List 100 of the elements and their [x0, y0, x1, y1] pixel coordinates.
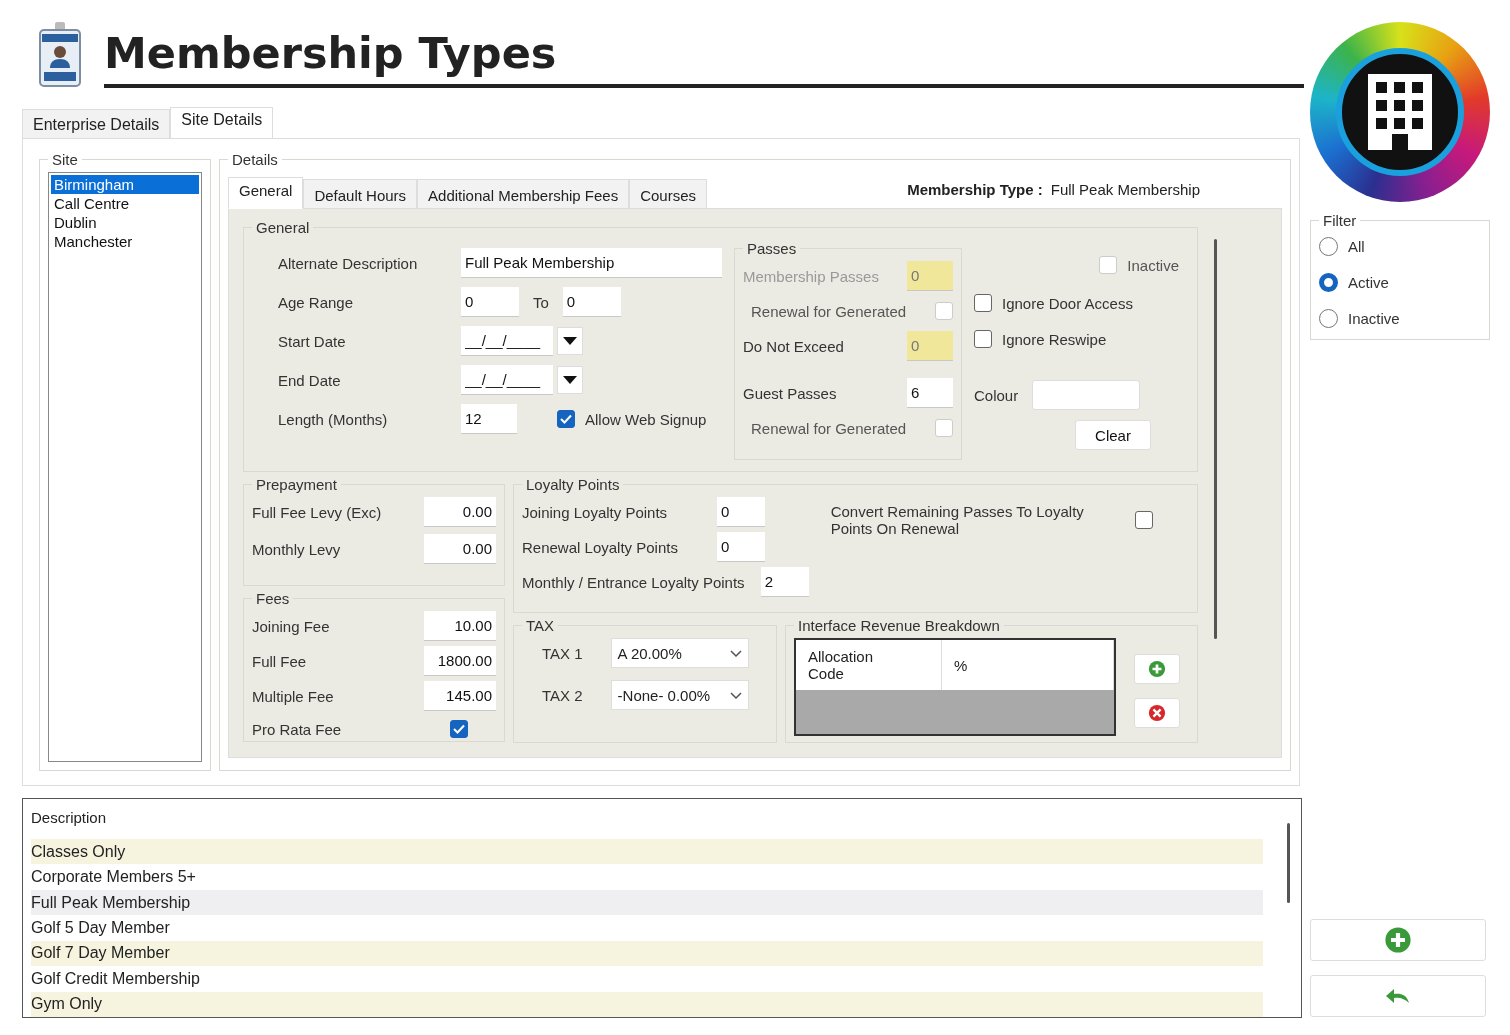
- list-row[interactable]: Golf 7 Day Member: [31, 940, 1263, 967]
- clear-button[interactable]: Clear: [1075, 420, 1151, 450]
- field-label: Length (Months): [278, 410, 389, 428]
- group-label: Interface Revenue Breakdown: [797, 617, 1001, 634]
- text-field[interactable]: 0.00: [424, 534, 496, 564]
- field-label: Age Range: [278, 293, 355, 311]
- field-label: Full Fee Levy (Exc): [252, 503, 382, 521]
- text-field[interactable]: 145.00: [424, 681, 496, 711]
- text-field[interactable]: 6: [907, 378, 953, 408]
- tax-dropdown[interactable]: A 20.00%: [610, 638, 749, 668]
- field-label: Alternate Description: [278, 254, 419, 272]
- tab[interactable]: General: [228, 177, 304, 209]
- list-item[interactable]: Manchester: [51, 232, 199, 251]
- remove-button[interactable]: [1134, 698, 1180, 728]
- field-label: Joining Loyalty Points: [522, 503, 669, 521]
- radio-label: Inactive: [1348, 309, 1400, 327]
- field-label: Joining Fee: [252, 617, 330, 635]
- text-field[interactable]: 10.00: [424, 611, 496, 641]
- tab[interactable]: Default Hours: [303, 179, 418, 209]
- field-label: Monthly Levy: [252, 540, 341, 558]
- text-field[interactable]: Full Peak Membership: [461, 248, 722, 278]
- id-badge-icon: [38, 22, 82, 88]
- field-label: Renewal Loyalty Points: [522, 538, 679, 556]
- list-row[interactable]: Full Peak Membership: [31, 889, 1263, 916]
- field-label: TAX 2: [542, 686, 583, 704]
- add-button[interactable]: [1134, 654, 1180, 684]
- date-dropdown-button[interactable]: [557, 366, 583, 394]
- checkbox[interactable]: [1134, 511, 1153, 529]
- text-field[interactable]: 12: [461, 404, 517, 434]
- checkbox-label: Pro Rata Fee: [252, 720, 342, 738]
- checkbox-label: Renewal for Generated: [751, 419, 907, 437]
- text-field[interactable]: 0: [717, 497, 765, 527]
- add-icon: [1384, 926, 1412, 954]
- dropdown-arrow-icon: [563, 337, 577, 345]
- checkbox[interactable]: [450, 720, 468, 738]
- group-label: Site: [51, 151, 79, 168]
- date-dropdown-button[interactable]: [557, 327, 583, 355]
- text-field[interactable]: 0: [907, 331, 953, 361]
- field-label: Membership Passes: [743, 267, 879, 285]
- text-field[interactable]: 0: [717, 532, 765, 562]
- group-label: Fees: [255, 590, 291, 607]
- text-field[interactable]: 1800.00: [424, 646, 496, 676]
- undo-arrow-icon: [1385, 987, 1411, 1005]
- checkbox-label: Allow Web Signup: [585, 410, 707, 428]
- add-icon: [1148, 660, 1166, 678]
- colour-field[interactable]: [1032, 380, 1141, 410]
- checkbox[interactable]: [974, 330, 992, 348]
- remove-icon: [1148, 704, 1166, 722]
- column-header: Description: [31, 808, 108, 828]
- group-label: TAX: [525, 617, 556, 634]
- field-label: Multiple Fee: [252, 687, 334, 705]
- checkbox[interactable]: [974, 294, 992, 312]
- checkbox-label: Renewal for Generated: [751, 302, 907, 320]
- field-label: Start Date: [278, 332, 347, 350]
- radio-label: Active: [1348, 273, 1389, 291]
- field-label: End Date: [278, 371, 342, 389]
- field-label: To: [533, 293, 549, 311]
- group-label: Filter: [1322, 212, 1358, 229]
- radio-button[interactable]: [1319, 236, 1338, 256]
- list-item[interactable]: Dublin: [51, 213, 199, 232]
- checkbox-label: Ignore Door Access: [1002, 294, 1133, 312]
- text-field[interactable]: 0.00: [424, 497, 496, 527]
- field-label: Monthly / Entrance Loyalty Points: [522, 573, 745, 591]
- checkbox-label: Convert Remaining Passes To Loyalty Points On Renewal: [830, 503, 1085, 537]
- tax-dropdown[interactable]: -None- 0.00%: [610, 680, 749, 710]
- text-field[interactable]: 2: [760, 567, 809, 597]
- list-item[interactable]: Birmingham: [51, 175, 199, 194]
- field-label: Colour: [974, 386, 1019, 404]
- tab[interactable]: Enterprise Details: [22, 109, 171, 139]
- radio-button[interactable]: [1319, 308, 1338, 328]
- checkbox-label: Inactive: [1127, 256, 1179, 274]
- checkbox[interactable]: [557, 410, 575, 428]
- chevron-down-icon: [729, 691, 742, 699]
- dropdown-arrow-icon: [563, 376, 577, 384]
- dropdown-value: -None- 0.00%: [617, 686, 711, 704]
- group-label: Passes: [746, 240, 798, 257]
- group-label: Prepayment: [255, 476, 338, 493]
- field-label: TAX 1: [542, 644, 583, 662]
- tab[interactable]: Site Details: [170, 107, 274, 139]
- date-field[interactable]: __/__/____: [461, 365, 553, 395]
- group-label: Loyalty Points: [525, 476, 621, 493]
- membership-type-label: Membership Type :: [907, 180, 1043, 198]
- tab[interactable]: Additional Membership Fees: [417, 179, 630, 209]
- radio-button[interactable]: [1319, 272, 1338, 292]
- dropdown-value: A 20.00%: [617, 644, 682, 662]
- list-row[interactable]: Gym Only: [31, 991, 1263, 1017]
- field-label: Full Fee: [252, 652, 307, 670]
- add-button[interactable]: [1310, 919, 1486, 961]
- tab[interactable]: Courses: [629, 179, 708, 209]
- membership-type-value: Full Peak Membership: [1050, 180, 1200, 198]
- list-row[interactable]: Classes Only: [31, 838, 1263, 865]
- group-label: Details: [231, 151, 279, 168]
- text-field[interactable]: 0: [461, 287, 519, 317]
- field-label: Guest Passes: [743, 384, 837, 402]
- text-field[interactable]: 0: [562, 287, 621, 317]
- radio-label: All: [1348, 237, 1365, 255]
- page-title: Membership Types: [104, 28, 557, 78]
- list-item[interactable]: Call Centre: [51, 194, 199, 213]
- checkbox-label: Ignore Reswipe: [1002, 330, 1107, 348]
- date-field[interactable]: __/__/____: [461, 326, 553, 356]
